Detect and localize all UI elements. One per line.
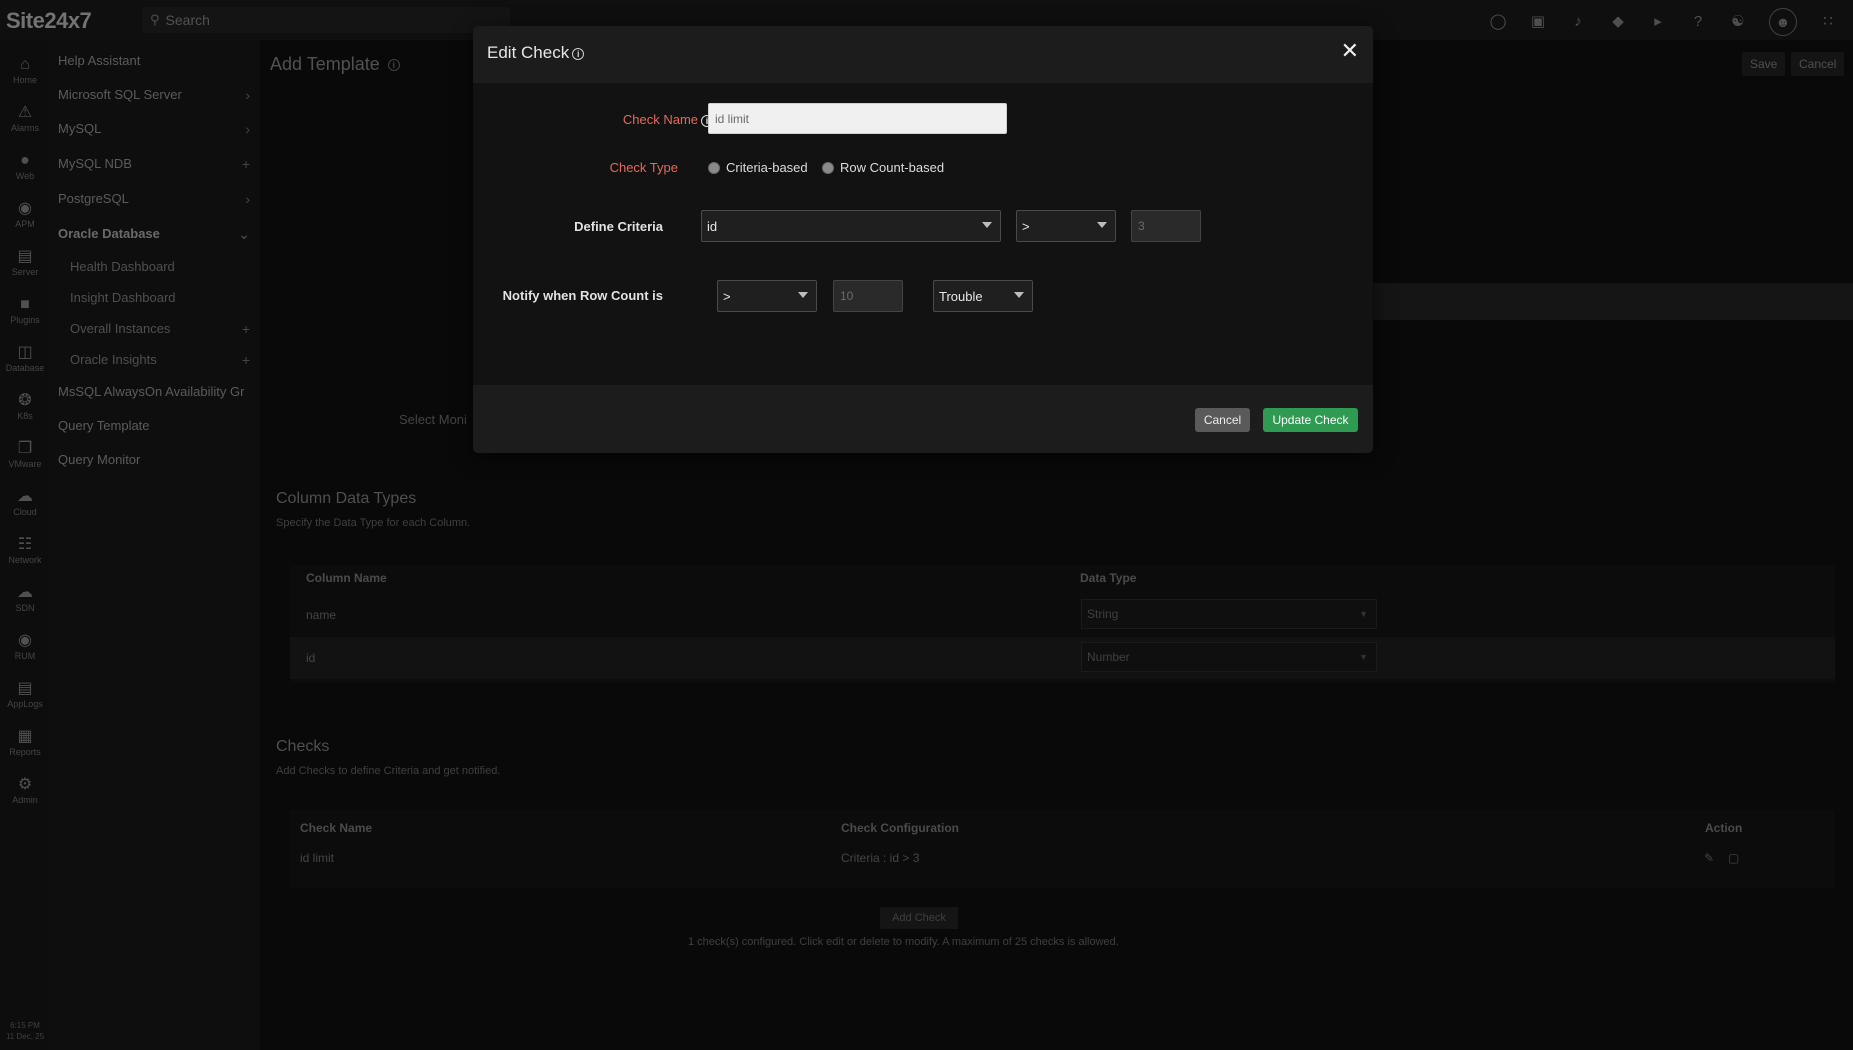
chevron-down-icon [982,222,992,228]
check-type-label: Check Type [609,160,678,175]
criteria-value-input[interactable]: 3 [1131,210,1201,242]
criteria-operator-value: > [1022,219,1030,234]
dialog-title-text: Edit Check [487,43,570,62]
dialog-cancel-button[interactable]: Cancel [1195,408,1250,432]
chevron-down-icon [798,292,808,298]
chevron-down-icon [1014,292,1024,298]
dialog-footer: Cancel Update Check [473,385,1373,453]
notify-value-input[interactable]: 10 [833,280,903,312]
check-name-label: Check Name i [593,112,713,127]
edit-check-dialog: Edit Checki ✕ Check Namei Check Type Cri… [473,26,1373,453]
radio-criteria-based[interactable]: Criteria-based [708,160,808,175]
criteria-operator-select[interactable]: > [1016,210,1116,242]
close-icon[interactable]: ✕ [1341,40,1359,62]
dialog-title: Edit Check i [487,43,585,63]
notify-operator-select[interactable]: > [717,280,817,312]
chevron-down-icon [1097,222,1107,228]
radio-button[interactable] [708,161,720,174]
dialog-header: Edit Check i ✕ [473,26,1373,83]
radio-row-count-label: Row Count-based [840,160,945,175]
info-icon[interactable]: i [572,47,585,60]
criteria-column-select[interactable]: id [701,210,1001,242]
radio-row-count-based[interactable]: Row Count-based [822,160,944,175]
check-name-input[interactable] [708,103,1007,134]
notify-severity-value: Trouble [939,289,983,304]
define-criteria-label: Define Criteria [574,219,663,234]
check-name-label-text: Check Name [622,112,698,127]
radio-criteria-label: Criteria-based [726,160,808,175]
criteria-column-value: id [707,219,718,234]
notify-label: Notify when Row Count is [502,288,663,303]
radio-button[interactable] [822,161,834,174]
update-check-button[interactable]: Update Check [1263,408,1358,432]
notify-operator-value: > [723,289,731,304]
notify-severity-select[interactable]: Trouble [933,280,1033,312]
